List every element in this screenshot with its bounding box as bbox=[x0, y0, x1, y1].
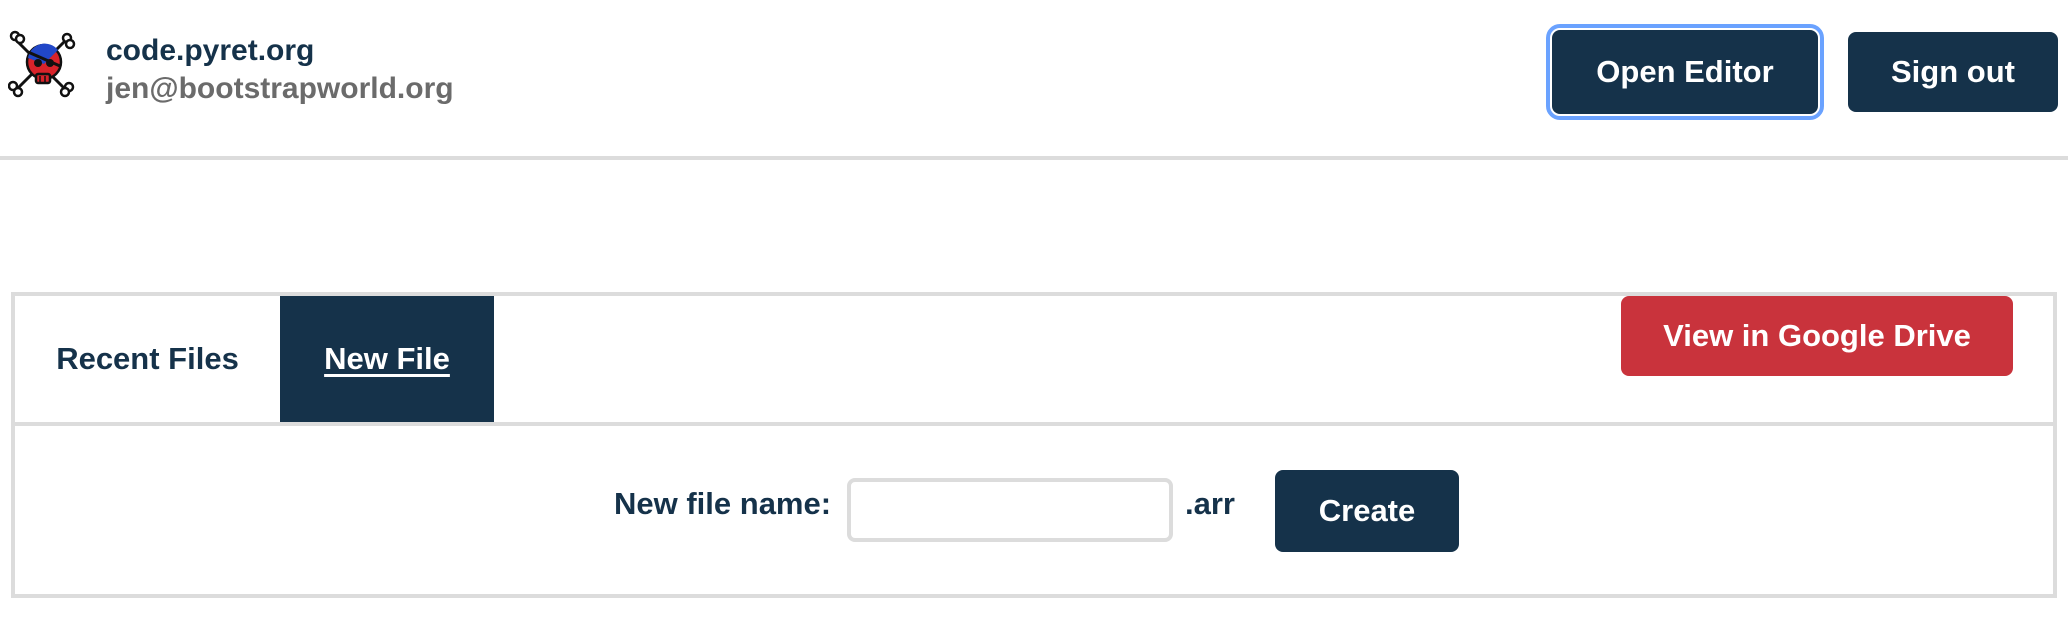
tab-bar: Recent Files New File View in Google Dri… bbox=[15, 296, 2053, 426]
site-title: code.pyret.org bbox=[106, 34, 315, 67]
tab-recent-files[interactable]: Recent Files bbox=[15, 296, 280, 422]
new-file-name-label: New file name: bbox=[614, 486, 832, 521]
file-extension-label: .arr bbox=[1185, 486, 1235, 521]
new-file-form: New file name: .arr Create bbox=[15, 426, 2053, 594]
top-header: code.pyret.org jen@bootstrapworld.org Op… bbox=[0, 0, 2068, 160]
open-editor-button[interactable]: Open Editor bbox=[1546, 24, 1824, 120]
new-file-name-input[interactable] bbox=[847, 478, 1173, 542]
pyret-skull-logo-icon bbox=[7, 30, 76, 98]
tab-new-file[interactable]: New File bbox=[280, 296, 494, 422]
sign-out-button[interactable]: Sign out bbox=[1848, 32, 2058, 112]
create-button[interactable]: Create bbox=[1275, 470, 1459, 552]
files-panel: Recent Files New File View in Google Dri… bbox=[11, 292, 2057, 598]
view-in-google-drive-button[interactable]: View in Google Drive bbox=[1621, 296, 2013, 376]
user-email: jen@bootstrapworld.org bbox=[106, 72, 454, 105]
